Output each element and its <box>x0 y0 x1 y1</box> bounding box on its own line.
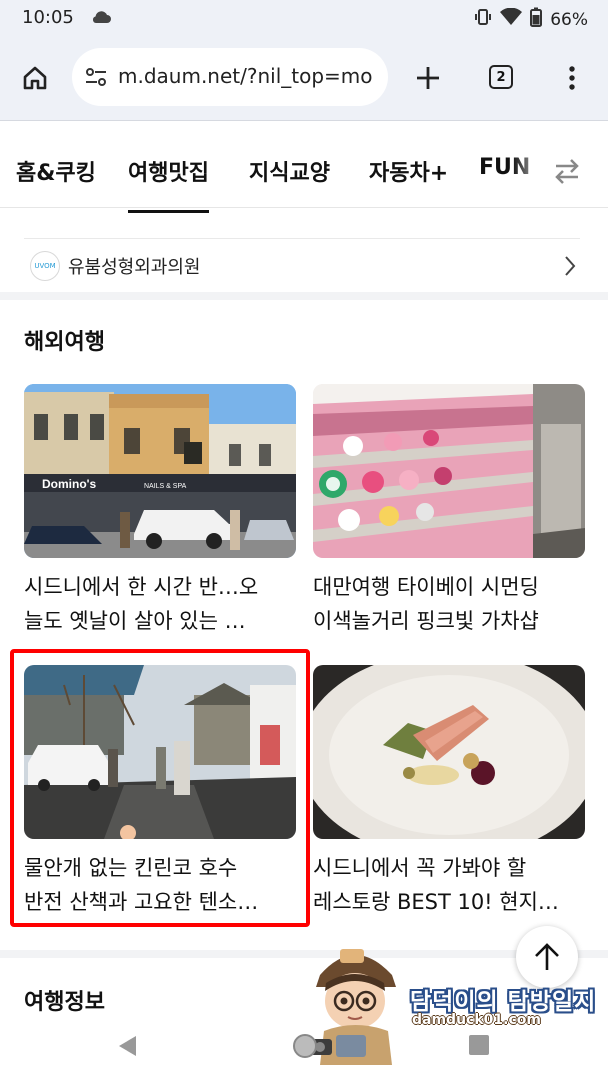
article-title-line: 이색놀거리 핑크빛 가차샵 <box>313 609 539 633</box>
home-nav-button[interactable] <box>291 1032 319 1064</box>
chevron-right-icon <box>564 255 576 281</box>
article-thumbnail[interactable] <box>313 384 585 558</box>
tab-switcher-button[interactable]: 2 <box>489 65 513 89</box>
site-settings-icon[interactable] <box>84 65 108 93</box>
sponsor-name: 유붐성형외과의원 <box>68 257 201 278</box>
article-title[interactable]: 대만여행 타이베이 시먼딩 이색놀거리 핑크빛 가차샵 <box>313 570 585 638</box>
recents-button[interactable] <box>468 1034 490 1060</box>
address-bar[interactable]: m.daum.net/?nil_top=mo <box>72 48 388 106</box>
tab-knowledge[interactable]: 지식교양 <box>249 155 330 187</box>
tab-cars[interactable]: 자동차+ <box>369 155 448 187</box>
battery-icon <box>530 7 543 32</box>
browser-toolbar: m.daum.net/?nil_top=mo 2 <box>0 36 608 121</box>
article-title-line: 대만여행 타이베이 시먼딩 <box>313 575 539 599</box>
highlight-box <box>10 649 310 927</box>
status-bar: 10:05 66% <box>0 0 608 36</box>
section-title-overseas: 해외여행 <box>24 330 105 355</box>
thumb-sign-nails: NAILS & SPA <box>144 483 187 490</box>
plus-icon <box>417 67 439 89</box>
section-divider <box>0 292 608 300</box>
article-title[interactable]: 시드니에서 한 시간 반…오 늘도 옛날이 살아 있는 … <box>24 570 296 638</box>
thumb-sign-dominos: Domino's <box>42 477 97 491</box>
sponsor-row[interactable]: UVOM 유붐성형외과의원 <box>24 238 580 293</box>
home-button[interactable] <box>15 58 55 98</box>
category-tabs: 홈&쿠킹 여행맛집 지식교양 자동차+ FUN <box>0 121 608 213</box>
wifi-icon <box>500 7 523 31</box>
scroll-top-button[interactable] <box>516 926 578 988</box>
article-title-line: 시드니에서 한 시간 반…오 <box>24 575 259 599</box>
article-title[interactable]: 시드니에서 꼭 가봐야 할 레스토랑 BEST 10! 현지… <box>313 851 585 919</box>
back-triangle-icon <box>119 1036 136 1056</box>
cloud-icon <box>90 9 112 29</box>
article-thumbnail[interactable]: Domino's NAILS & SPA <box>24 384 296 558</box>
sponsor-logo: UVOM <box>30 251 60 281</box>
tab-fade <box>512 141 552 191</box>
article-title-line: 레스토랑 BEST 10! 현지… <box>313 890 559 914</box>
article-title-line: 늘도 옛날이 살아 있는 … <box>24 609 246 633</box>
arrow-up-icon <box>535 943 559 970</box>
menu-button[interactable] <box>552 58 592 98</box>
more-vert-icon <box>569 66 575 90</box>
tab-home-cooking[interactable]: 홈&쿠킹 <box>16 155 96 187</box>
swap-icon[interactable] <box>552 157 582 189</box>
back-button[interactable] <box>116 1034 138 1062</box>
recents-square-icon <box>469 1035 489 1055</box>
battery-level: 66% <box>550 9 588 30</box>
article-title-line: 시드니에서 꼭 가봐야 할 <box>313 856 527 880</box>
home-icon <box>23 66 47 90</box>
tab-travel-food[interactable]: 여행맛집 <box>128 155 209 213</box>
vibrate-icon <box>474 8 492 31</box>
article-thumbnail[interactable] <box>313 665 585 839</box>
system-nav-bar <box>0 1010 608 1080</box>
new-tab-button[interactable] <box>408 58 448 98</box>
home-circle-icon <box>293 1034 317 1058</box>
url-text: m.daum.net/?nil_top=mo <box>118 64 373 88</box>
status-time: 10:05 <box>22 7 74 28</box>
